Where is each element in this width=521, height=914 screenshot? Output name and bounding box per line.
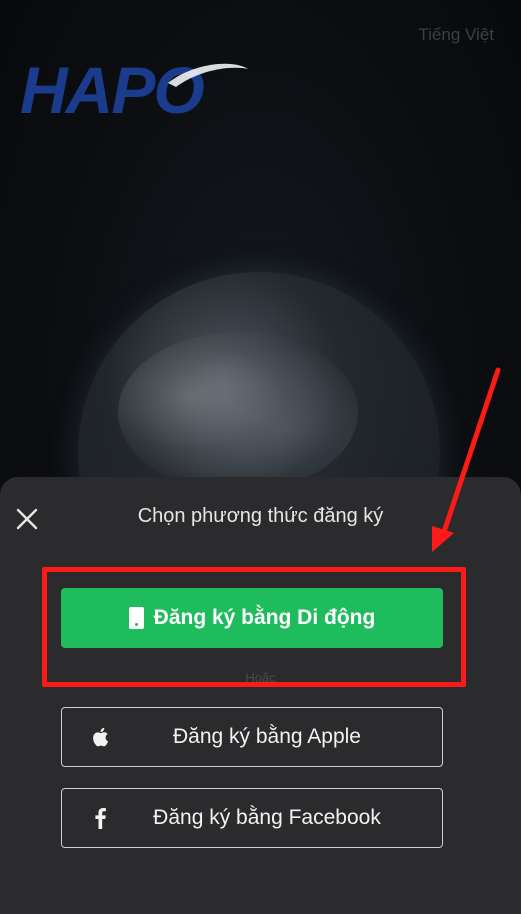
hapo-logo: HAPO: [20, 55, 248, 123]
app-screen: Tiếng Việt HAPO Chọn phương thức đăng ký…: [0, 0, 521, 914]
signup-facebook-label: Đăng ký bằng Facebook: [153, 806, 381, 829]
svg-text:HAPO: HAPO: [20, 55, 204, 123]
signup-apple-button[interactable]: Đăng ký bằng Apple: [61, 707, 443, 767]
signup-facebook-button[interactable]: Đăng ký bằng Facebook: [61, 788, 443, 848]
annotation-arrow: [432, 367, 501, 552]
annotation-highlight-box: [42, 567, 466, 687]
language-selector[interactable]: Tiếng Việt: [418, 25, 494, 45]
signup-apple-label: Đăng ký bằng Apple: [173, 725, 361, 748]
